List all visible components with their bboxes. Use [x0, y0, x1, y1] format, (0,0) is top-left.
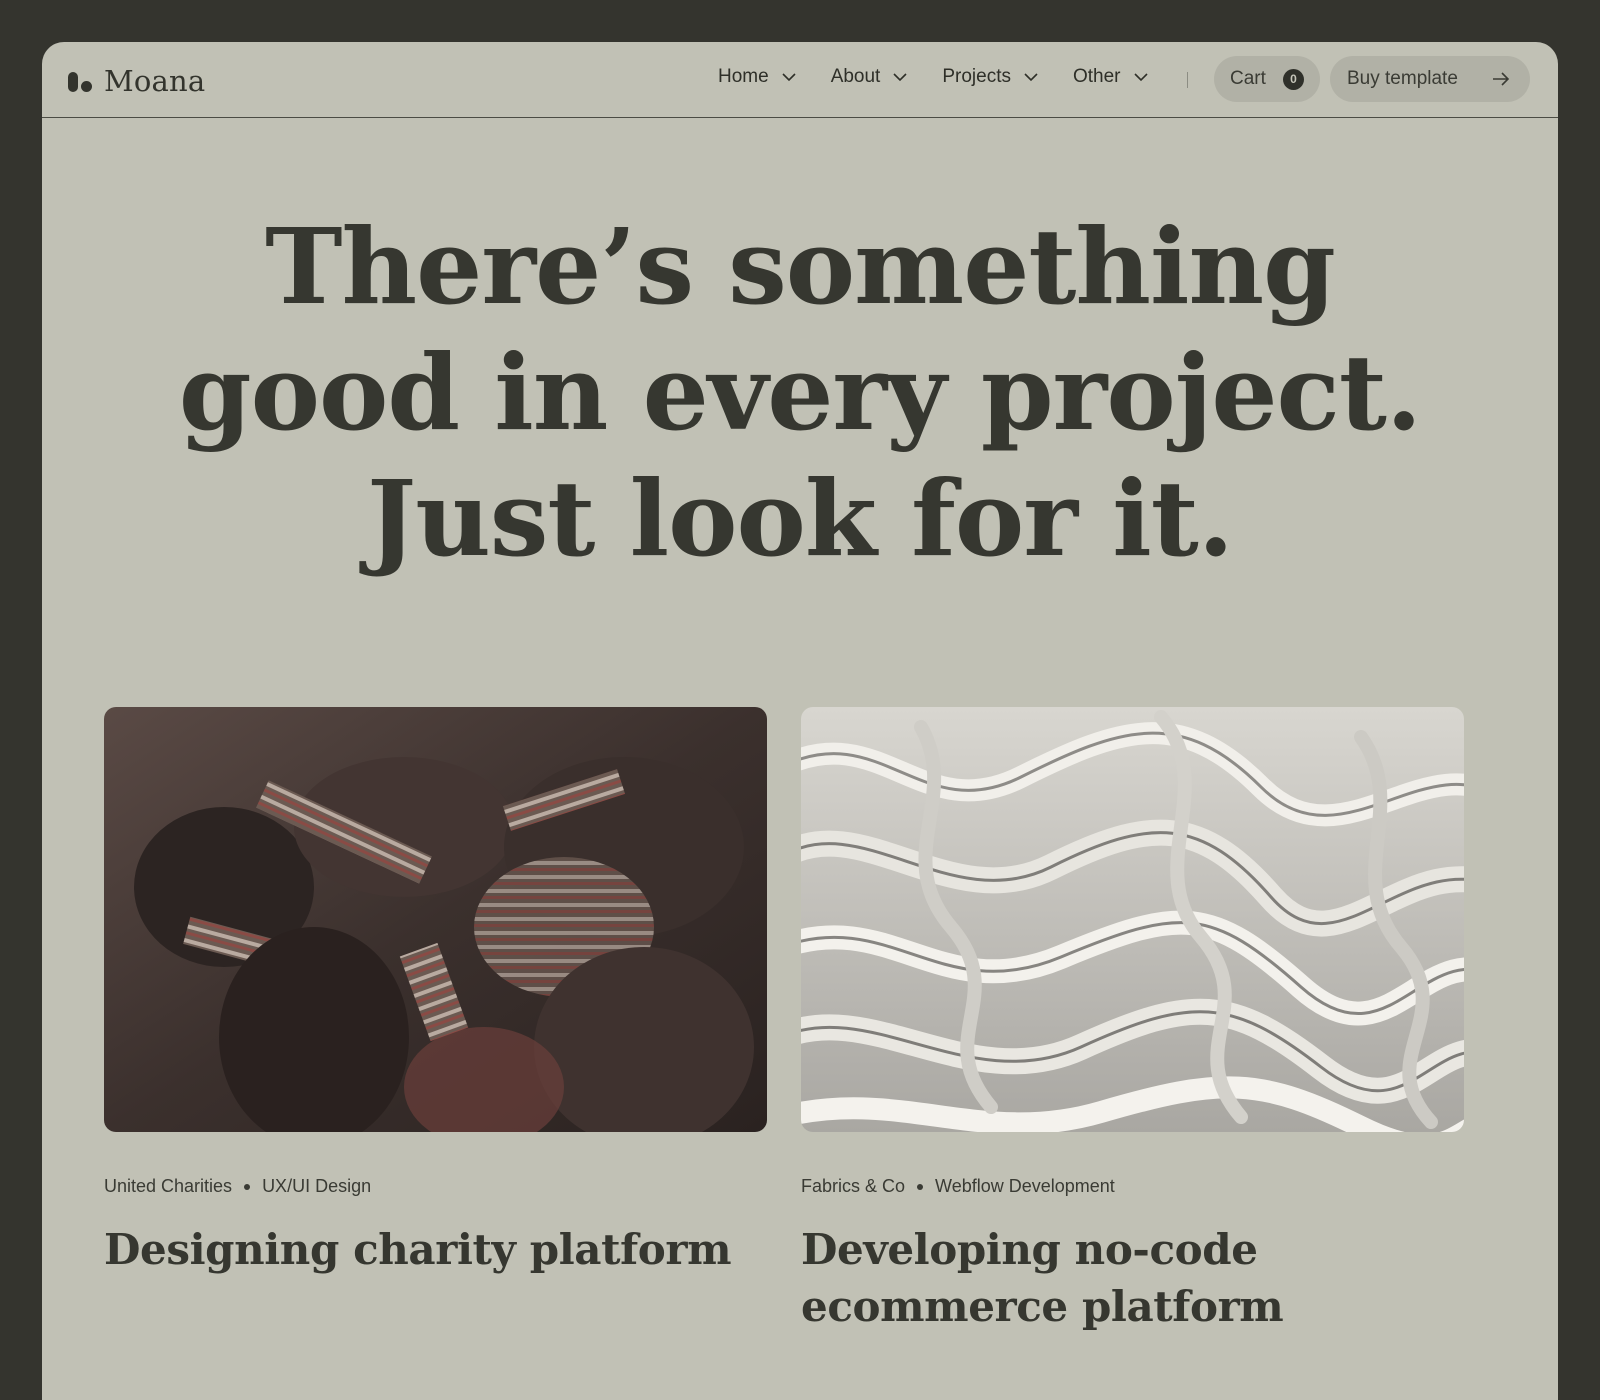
- bullet-separator: [917, 1183, 924, 1190]
- project-client: United Charities: [104, 1176, 233, 1196]
- cart-button[interactable]: Cart 0: [1214, 56, 1320, 102]
- project-meta: Fabrics & Co Webflow Development: [801, 1176, 1464, 1197]
- nav-item-home[interactable]: Home: [718, 66, 797, 88]
- project-category: UX/UI Design: [262, 1176, 372, 1196]
- hero-line: good in every project.: [178, 331, 1422, 454]
- nav-divider: [1187, 72, 1188, 88]
- buy-template-button[interactable]: Buy template: [1330, 56, 1530, 102]
- project-title[interactable]: Developing no-code ecommerce platform: [801, 1221, 1464, 1335]
- chevron-down-icon: [1024, 73, 1038, 82]
- bullet-separator: [244, 1183, 251, 1190]
- project-title[interactable]: Designing charity platform: [104, 1221, 767, 1278]
- cart-count-badge: 0: [1282, 68, 1304, 90]
- hero-line: There’s something: [265, 205, 1336, 328]
- browser-page: Moana Home About Projects Other Cart 0 B…: [42, 42, 1558, 1400]
- project-card[interactable]: Fabrics & Co Webflow Development Develop…: [801, 707, 1464, 1335]
- project-client: Fabrics & Co: [801, 1176, 906, 1196]
- chevron-down-icon: [893, 73, 907, 82]
- arrow-right-icon: [1493, 72, 1510, 86]
- cart-label: Cart: [1230, 68, 1266, 89]
- buy-template-label: Buy template: [1347, 68, 1458, 89]
- nav-item-other[interactable]: Other: [1073, 66, 1149, 88]
- brand-logo[interactable]: Moana: [68, 64, 205, 98]
- moana-logo-icon: [68, 70, 94, 92]
- main-menu: Home About Projects Other: [718, 66, 1183, 88]
- nav-item-about[interactable]: About: [831, 66, 909, 88]
- fabric-waves-render[interactable]: [801, 707, 1464, 1132]
- nav-item-label: About: [830, 66, 881, 87]
- project-category: Webflow Development: [935, 1176, 1115, 1196]
- nav-item-label: Home: [718, 66, 769, 87]
- nav-item-label: Other: [1072, 66, 1121, 87]
- nav-item-label: Projects: [942, 66, 1011, 87]
- hero-line: Just look for it.: [367, 457, 1234, 580]
- hero-heading: There’s something good in every project.…: [42, 204, 1558, 582]
- chevron-down-icon: [1133, 73, 1148, 82]
- crowd-photo[interactable]: [104, 707, 767, 1132]
- nav-item-projects[interactable]: Projects: [942, 66, 1039, 88]
- chevron-down-icon: [782, 73, 796, 82]
- project-meta: United Charities UX/UI Design: [104, 1176, 767, 1197]
- brand-name: Moana: [104, 64, 206, 98]
- project-card[interactable]: United Charities UX/UI Design Designing …: [104, 707, 767, 1278]
- top-navigation: Moana Home About Projects Other Cart 0 B…: [42, 42, 1558, 118]
